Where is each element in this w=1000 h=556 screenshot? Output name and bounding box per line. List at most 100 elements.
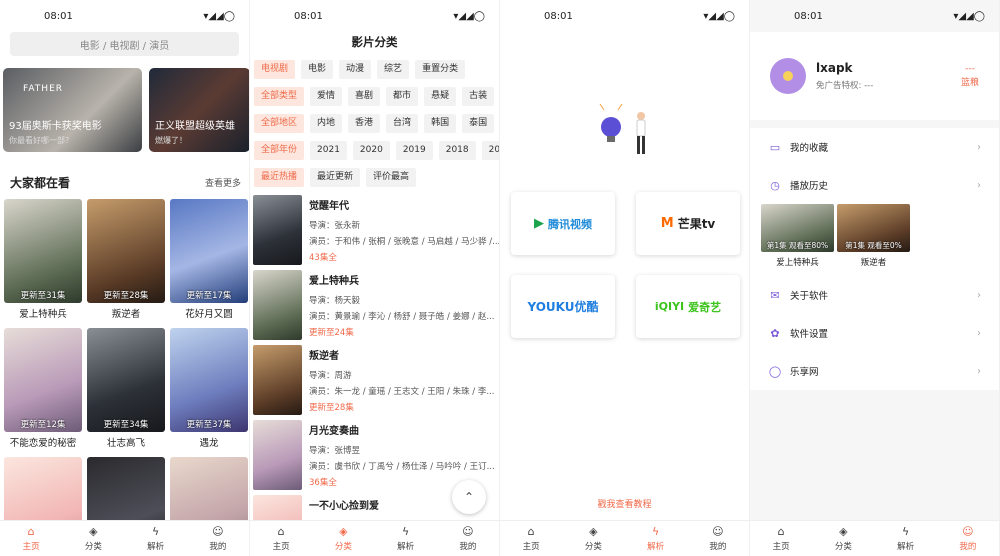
tab-home[interactable]: ⌂ 主页	[750, 521, 812, 556]
tab-mine[interactable]: ☺ 我的	[937, 521, 999, 556]
tab-home[interactable]: ⌂ 主页	[0, 521, 62, 556]
filter-chip[interactable]: 动漫	[339, 60, 372, 79]
filter-chip[interactable]: 爱情	[310, 87, 343, 106]
menu-item-history[interactable]: ◷ 播放历史 ›	[750, 166, 999, 204]
tab-parse[interactable]: ϟ 解析	[375, 521, 437, 556]
clock-icon: ◷	[770, 178, 780, 192]
info-icon: ✉	[770, 288, 780, 302]
tab-label: 分类	[834, 541, 852, 552]
poster-title: 不能恋爱的秘密	[9, 438, 77, 449]
search-input[interactable]: 电影 / 电视剧 / 演员	[10, 32, 239, 56]
menu-item-about[interactable]: ✉ 关于软件 ›	[750, 276, 999, 314]
poster-item[interactable]: 更新至17集 花好月又圆	[170, 199, 248, 328]
movie-director: 导演：张永新	[309, 221, 361, 231]
filter-chip[interactable]: 2019	[395, 141, 433, 160]
poster-item[interactable]: 更新至12集 不能恋爱的秘密	[4, 328, 82, 457]
filter-chip[interactable]: 内地	[310, 114, 343, 133]
category-icon: ◈	[839, 524, 848, 538]
poster-item[interactable]: 更新至28集 叛逆者	[87, 199, 165, 328]
filter-chip[interactable]: 电视剧	[254, 60, 296, 79]
tab-mine[interactable]: ☺ 我的	[437, 521, 499, 556]
filter-chip[interactable]: 都市	[386, 87, 419, 106]
tab-category[interactable]: ◈ 分类	[812, 521, 874, 556]
menu-item-settings[interactable]: ✿ 软件设置 ›	[750, 314, 999, 352]
filter-chip[interactable]: 悬疑	[424, 87, 457, 106]
movie-episodes: 更新至24集	[309, 328, 354, 338]
movie-item[interactable]: 觉醒年代 导演：张永新 演员：于和伟 / 张桐 / 张晚意 / 马启越 / 马少骅 …	[253, 195, 499, 270]
filter-row: 全部地区 内地 香港 台湾 韩国 泰国	[254, 114, 499, 133]
tab-label: 我的	[209, 541, 227, 552]
filter-chip[interactable]: 香港	[348, 114, 381, 133]
filter-chip[interactable]: 重置分类	[415, 60, 466, 79]
platform-mango[interactable]: M 芒果tv	[636, 192, 740, 255]
menu-item-lexiang[interactable]: ◯ 乐享网 ›	[750, 352, 999, 390]
history-item[interactable]: 第1集 观看至0% 叛逆者	[837, 204, 910, 276]
movie-item[interactable]: 爱上特种兵 导演：杨天毅 演员：黄景瑜 / 李沁 / 杨舒 / 聂子皓 / 姜娜 /…	[253, 270, 499, 345]
filter-chip[interactable]: 全部地区	[254, 114, 305, 133]
platform-tencent[interactable]: ▶ 腾讯视频	[511, 192, 615, 255]
tab-parse[interactable]: ϟ 解析	[625, 521, 687, 556]
bottom-tab-bar: ⌂ 主页 ◈ 分类 ϟ 解析 ☺ 我的	[500, 520, 749, 556]
platform-youku[interactable]: YOUKU优酷	[511, 275, 615, 338]
tutorial-link[interactable]: 戳我查看教程	[500, 497, 749, 510]
filter-chip[interactable]: 泰国	[462, 114, 495, 133]
movie-cast: 演员：朱一龙 / 童瑶 / 王志文 / 王阳 / 朱珠 / 李...	[309, 387, 495, 397]
filter-chip[interactable]: 全部类型	[254, 87, 305, 106]
filter-chip[interactable]: 评价最高	[366, 168, 417, 187]
filter-chip[interactable]: 最近热播	[254, 168, 305, 187]
poster-item[interactable]: 更新至34集 壮志高飞	[87, 328, 165, 457]
filter-chip[interactable]: 2018	[438, 141, 476, 160]
mango-tv-logo-icon: M	[660, 216, 674, 231]
banner-item[interactable]: 正义联盟超级英雄 燃爆了！	[149, 68, 249, 152]
banner-carousel[interactable]: FATHER 93届奥斯卡获奖电影 你最看好哪一部？ 正义联盟超级英雄 燃爆了！	[3, 68, 249, 152]
filter-chip[interactable]: 综艺	[377, 60, 410, 79]
filter-chip[interactable]: 台湾	[386, 114, 419, 133]
filter-chip[interactable]: 最近更新	[310, 168, 361, 187]
filter-row: 最近热播 最近更新 评价最高	[254, 168, 499, 187]
profile-card[interactable]: lxapk 免广告特权: --- --- 篮粮	[750, 32, 999, 120]
movie-thumbnail	[253, 270, 302, 340]
mine-screen: 08:01 ▾◢◢◯ lxapk 免广告特权: --- --- 篮粮 ▭ 我的收藏…	[750, 0, 1000, 556]
movie-title: 爱上特种兵	[309, 276, 359, 287]
tab-category[interactable]: ◈ 分类	[562, 521, 624, 556]
tab-category[interactable]: ◈ 分类	[312, 521, 374, 556]
menu-label: 我的收藏	[790, 143, 829, 154]
movie-thumbnail	[253, 195, 302, 265]
gear-icon: ✿	[770, 326, 780, 340]
platform-name: 爱奇艺	[688, 300, 722, 314]
tab-mine[interactable]: ☺ 我的	[187, 521, 249, 556]
scroll-top-button[interactable]: ⌃	[452, 480, 486, 514]
renew-button[interactable]: --- 篮粮	[961, 62, 979, 90]
filter-chip[interactable]: 古装	[462, 87, 495, 106]
tab-category[interactable]: ◈ 分类	[62, 521, 124, 556]
filter-chip[interactable]: 韩国	[424, 114, 457, 133]
filter-chip[interactable]: 喜剧	[348, 87, 381, 106]
tab-label: 主页	[22, 541, 40, 552]
filter-chip[interactable]: 2020	[352, 141, 390, 160]
filter-chip[interactable]: 电影	[301, 60, 334, 79]
tab-parse[interactable]: ϟ 解析	[875, 521, 937, 556]
tab-mine[interactable]: ☺ 我的	[687, 521, 749, 556]
banner-item[interactable]: FATHER 93届奥斯卡获奖电影 你最看好哪一部？	[3, 68, 142, 152]
filter-chip[interactable]: 201	[481, 141, 499, 160]
tab-home[interactable]: ⌂ 主页	[250, 521, 312, 556]
poster-item[interactable]: 更新至37集 遇龙	[170, 328, 248, 457]
poster-caption: 更新至17集	[186, 291, 232, 301]
poster-item[interactable]: 更新至31集 爱上特种兵	[4, 199, 82, 328]
tab-home[interactable]: ⌂ 主页	[500, 521, 562, 556]
more-link[interactable]: 查看更多	[205, 176, 241, 189]
tab-parse[interactable]: ϟ 解析	[125, 521, 187, 556]
home-icon: ⌂	[27, 524, 35, 538]
banner-subtitle: 你最看好哪一部？	[9, 136, 73, 145]
filter-chip[interactable]: 2021	[310, 141, 347, 160]
movie-item[interactable]: 叛逆者 导演：周游 演员：朱一龙 / 童瑶 / 王志文 / 王阳 / 朱珠 / 李.…	[253, 345, 499, 420]
menu-item-favorites[interactable]: ▭ 我的收藏 ›	[750, 128, 999, 166]
avatar[interactable]	[770, 58, 806, 94]
chat-icon: ◯	[768, 364, 782, 378]
platform-iqiyi[interactable]: iQIYI 爱奇艺	[636, 275, 740, 338]
history-item[interactable]: 第1集 观看至80% 爱上特种兵	[761, 204, 834, 276]
home-screen: 08:01 ▾◢◢◯ 电影 / 电视剧 / 演员 FATHER 93届奥斯卡获奖…	[0, 0, 250, 556]
filter-row: 全部年份 2021 2020 2019 2018 201	[254, 141, 499, 160]
movie-info: 觉醒年代 导演：张永新 演员：于和伟 / 张桐 / 张晚意 / 马启越 / 马少骅 …	[309, 195, 499, 270]
filter-chip[interactable]: 全部年份	[254, 141, 305, 160]
